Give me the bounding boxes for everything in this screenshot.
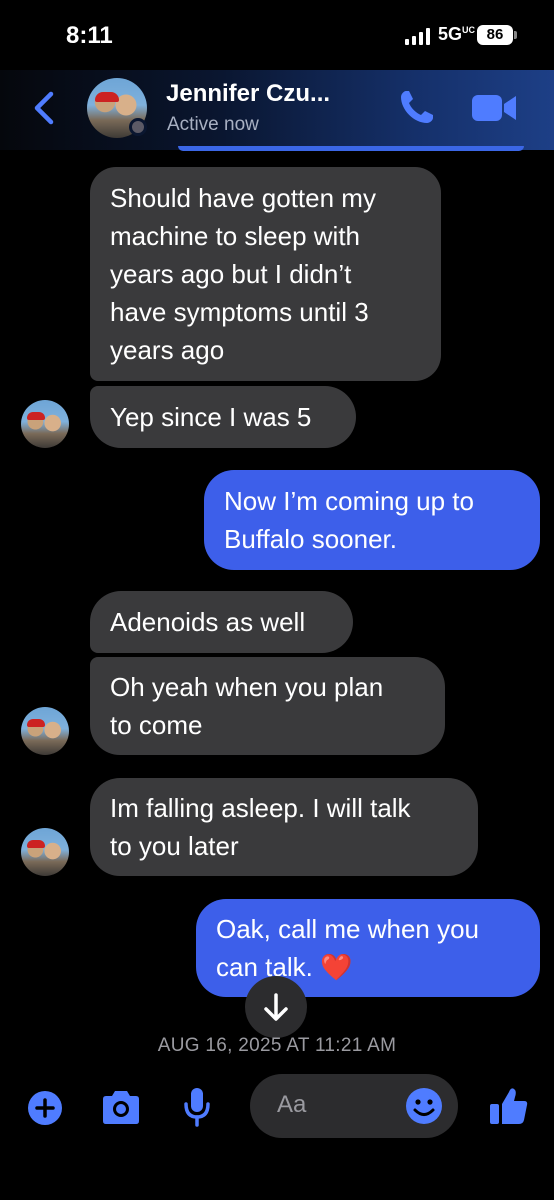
phone-icon[interactable] [396,86,438,128]
sender-avatar[interactable] [21,828,69,876]
message-incoming[interactable]: Oh yeah when you plan to come [90,657,445,755]
smiley-icon[interactable] [404,1086,444,1126]
date-separator: AUG 16, 2025 AT 11:21 AM [157,1035,397,1056]
input-placeholder: Aa [277,1091,307,1118]
sender-avatar[interactable] [21,707,69,755]
contact-name[interactable]: Jennifer Czu... [166,80,330,108]
camera-icon[interactable] [99,1089,143,1127]
thumbs-up-icon[interactable] [487,1084,531,1128]
sender-avatar[interactable] [21,400,69,448]
chat-header: Jennifer Czu... Active now [0,70,554,150]
message-incoming[interactable]: Im falling asleep. I will talk to you la… [90,778,478,876]
plus-icon[interactable] [25,1088,65,1128]
battery-tip [514,31,517,39]
message-outgoing[interactable]: Oak, call me when you can talk. ❤️ [196,899,540,997]
message-text: Now I’m coming up to Buffalo sooner. [224,486,474,554]
message-text: Adenoids as well [110,607,306,637]
video-camera-icon[interactable] [470,90,518,126]
microphone-icon[interactable] [181,1086,213,1128]
presence-indicator [129,118,147,136]
message-thread[interactable]: Should have gotten my machine to sleep w… [0,150,554,1060]
clock: 8:11 [66,22,113,49]
message-incoming[interactable]: Yep since I was 5 [90,386,356,448]
message-text: Oak, call me when you can talk. ❤️ [216,914,480,982]
message-text: Yep since I was 5 [110,402,312,432]
network-type: 5GUC [438,24,476,44]
status-bar: 8:11 5GUC 86 [0,0,554,70]
message-text: Should have gotten my machine to sleep w… [110,183,376,365]
battery-icon: 86 [477,25,513,45]
scroll-to-bottom-button[interactable] [245,976,307,1038]
cell-signal-icon [405,28,430,45]
composer-bar: Aa [0,1062,554,1200]
message-input[interactable]: Aa [250,1074,458,1138]
message-outgoing[interactable]: Now I’m coming up to Buffalo sooner. [204,470,540,570]
contact-status: Active now [167,114,259,135]
message-text: Im falling asleep. I will talk to you la… [110,793,411,861]
arrow-down-icon [264,993,288,1021]
back-chevron-icon[interactable] [30,88,60,128]
message-incoming[interactable]: Should have gotten my machine to sleep w… [90,167,441,381]
message-text: Oh yeah when you plan to come [110,672,384,740]
message-incoming[interactable]: Adenoids as well [90,591,353,653]
